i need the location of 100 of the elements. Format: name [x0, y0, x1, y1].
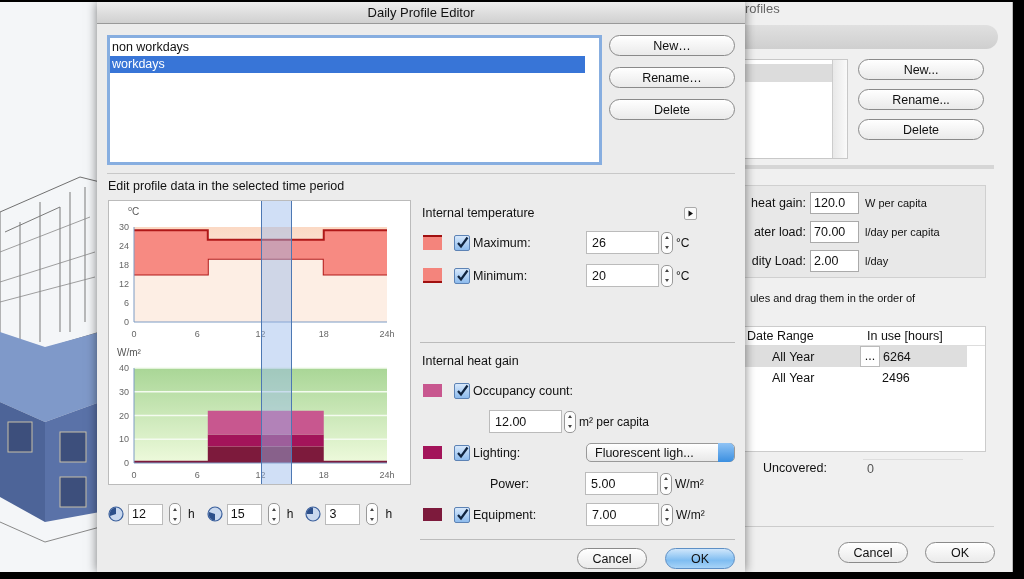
stepper[interactable] [366, 503, 379, 525]
y-axis: 0 10 20 30 40 [119, 363, 135, 468]
y-tick-label: 18 [118, 260, 129, 270]
y-tick-label: 24 [118, 241, 129, 251]
field-label: Lighting: [473, 445, 522, 460]
axis-label: ⁰C [128, 206, 140, 217]
x-tick-label: 18 [318, 329, 329, 339]
window-title: Daily Profile Editor [367, 5, 475, 20]
column-header[interactable]: In use [hours] [867, 329, 943, 343]
table-cell-text: All Year [771, 370, 816, 385]
more-button[interactable]: ... [860, 346, 880, 367]
color-swatch[interactable] [423, 235, 442, 250]
lighting-select[interactable]: Fluorescent ligh... [586, 443, 735, 462]
x-tick-label: 18 [318, 470, 329, 480]
stepper[interactable] [661, 231, 673, 254]
y-tick-label: 0 [123, 458, 129, 468]
color-swatch[interactable] [423, 446, 442, 459]
axis-label: W/m² [117, 347, 141, 358]
field-label: Power: [489, 476, 530, 491]
select-arrows-icon [718, 443, 734, 462]
table-cell: 2496 [882, 370, 910, 385]
hour-field[interactable]: 12 [128, 503, 163, 525]
stepper[interactable] [660, 472, 672, 495]
y-tick-label: 0 [123, 317, 129, 327]
unit-label: m² per capita [579, 414, 650, 429]
checkbox[interactable] [454, 506, 470, 523]
profile-button[interactable]: New... [858, 59, 984, 80]
field-label: Occupancy count: [473, 383, 575, 398]
y-axis: 0 6 12 18 24 30 [119, 222, 135, 327]
profile-button[interactable]: Delete [609, 99, 735, 120]
x-tick-label: 6 [194, 329, 200, 339]
input-field[interactable]: 120.0 [810, 191, 859, 214]
unit-label: °C [676, 268, 690, 283]
checkbox[interactable] [454, 444, 470, 461]
list-item[interactable]: workdays [110, 56, 585, 73]
x-tick-label: 6 [194, 470, 200, 480]
y-tick-label: 6 [123, 298, 129, 308]
stepper[interactable] [267, 503, 280, 525]
clock-icon [206, 506, 223, 522]
field-label: heat gain: [750, 195, 806, 210]
table-cell: 6264 [883, 349, 911, 364]
input-field[interactable]: 5.00 [585, 472, 658, 495]
dialog-button[interactable]: Cancel [838, 542, 908, 563]
section-label: Edit profile data in the selected time period [108, 179, 346, 195]
clock-icon [305, 506, 322, 522]
unit-label: W/m² [676, 507, 705, 522]
dialog-button[interactable]: OK [665, 548, 735, 569]
y-tick-label: 20 [118, 410, 129, 421]
input-field[interactable]: 26 [586, 231, 659, 254]
hour-field[interactable]: 15 [226, 503, 262, 525]
input-field[interactable]: 12.00 [489, 410, 562, 433]
list-item[interactable]: non workdays [110, 39, 585, 56]
unit-label: h [385, 507, 393, 521]
unit-label: W per capita [865, 196, 927, 209]
field-label: Maximum: [473, 235, 532, 250]
field-label: Equipment: [473, 507, 538, 522]
stepper[interactable] [661, 264, 673, 287]
x-tick-label: 0 [131, 329, 137, 339]
stepper[interactable] [661, 503, 673, 526]
y-tick-label: 30 [118, 222, 129, 232]
checkbox[interactable] [454, 382, 470, 399]
unit-label: l/day per capita [865, 225, 940, 238]
stepper[interactable] [169, 503, 181, 525]
section-heading: Internal heat gain [422, 354, 519, 368]
play-icon[interactable] [684, 206, 697, 220]
input-field[interactable]: 2.00 [810, 249, 859, 272]
unit-label: l/day [865, 254, 889, 267]
window-title: rofiles [744, 2, 781, 18]
color-swatch[interactable] [423, 268, 442, 283]
profile-button[interactable]: New… [609, 35, 735, 56]
input-field[interactable]: 7.00 [586, 503, 659, 526]
y-tick-label: 12 [118, 279, 129, 289]
y-tick-label: 40 [118, 363, 129, 373]
field-label: dity Load: [750, 253, 806, 268]
readonly-field: 0 [863, 458, 963, 478]
scrollbar[interactable] [832, 60, 847, 158]
input-field[interactable]: 20 [586, 264, 659, 287]
profile-button[interactable]: Rename… [609, 67, 735, 88]
stepper[interactable] [564, 410, 576, 433]
table-cell-text: All Year [771, 349, 816, 364]
section-heading: Internal temperature [422, 206, 535, 220]
field-label: ater load: [752, 224, 806, 239]
color-swatch[interactable] [423, 508, 442, 521]
checkbox[interactable] [454, 234, 470, 251]
input-field[interactable]: 70.00 [810, 220, 859, 243]
hour-field[interactable]: 3 [325, 503, 361, 525]
dialog-button[interactable]: OK [925, 542, 995, 563]
unit-label: °C [676, 235, 690, 250]
clock-icon [108, 506, 124, 522]
checkbox[interactable] [454, 267, 470, 284]
x-tick-label: 0 [131, 470, 137, 480]
dialog-button[interactable]: Cancel [577, 548, 647, 569]
color-swatch[interactable] [423, 384, 442, 397]
field-label: Uncovered: [762, 461, 827, 475]
instruction-text: ules and drag them in the order of [749, 292, 917, 304]
unit-label: W/m² [675, 476, 704, 491]
unit-label: h [286, 507, 294, 521]
profile-button[interactable]: Rename... [858, 89, 984, 110]
profile-button[interactable]: Delete [858, 119, 984, 140]
x-tick-label: 24h [379, 329, 395, 339]
